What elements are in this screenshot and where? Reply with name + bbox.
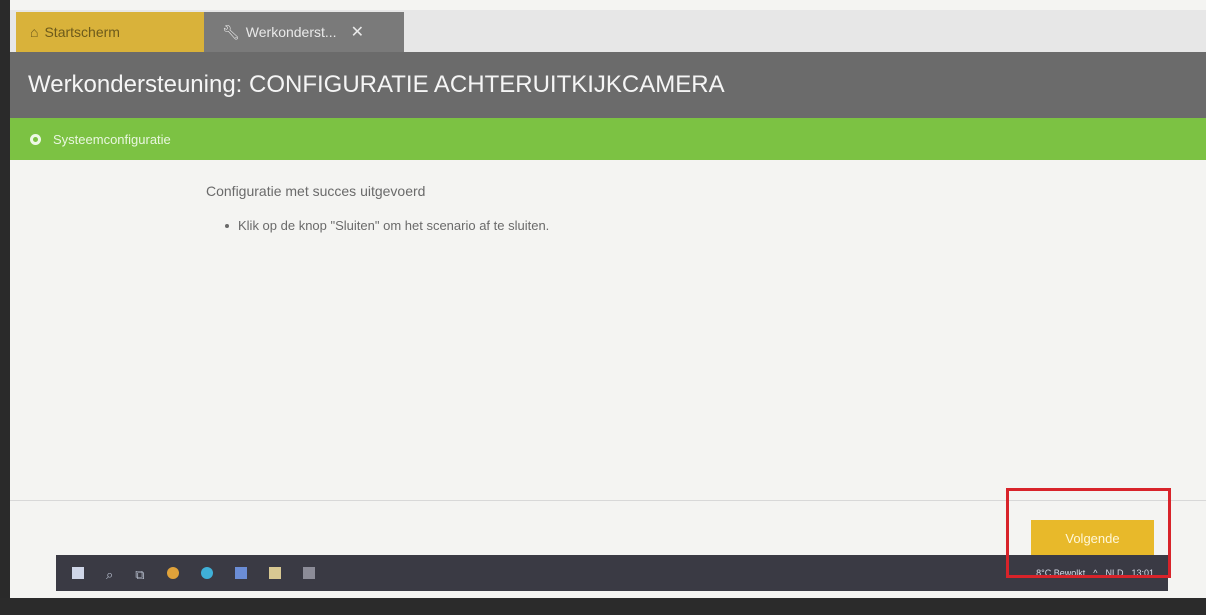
app-icon[interactable] <box>302 567 315 579</box>
wrench-icon: 🔧︎ <box>222 23 240 40</box>
monitor-bezel-left <box>0 0 10 615</box>
windows-taskbar: ⌕ ⧉ 8°C Bewolkt ^ NLD 13:01 <box>56 555 1168 591</box>
instruction-item: Klik op de knop "Sluiten" om het scenari… <box>225 218 549 233</box>
step-status-icon <box>30 133 41 145</box>
red-highlight-box <box>1006 488 1171 578</box>
page-title: Werkondersteuning: CONFIGURATIE ACHTERUI… <box>10 52 1206 118</box>
instruction-text: Klik op de knop "Sluiten" om het scenari… <box>238 218 550 233</box>
app-screen: ⌂ Startscherm 🔧︎ Werkonderst... ✕ Werkon… <box>10 0 1206 600</box>
monitor-bezel-bottom <box>0 598 1206 615</box>
close-icon[interactable]: ✕ <box>351 22 364 42</box>
home-icon: ⌂ <box>30 24 39 40</box>
mail-icon[interactable] <box>234 567 247 579</box>
tab-home[interactable]: ⌂ Startscherm <box>16 12 204 52</box>
edge-icon[interactable] <box>200 567 213 579</box>
bullet-icon <box>225 223 229 228</box>
windows-start-icon[interactable] <box>72 567 84 579</box>
step-label: Systeemconfiguratie <box>53 131 171 147</box>
file-explorer-icon[interactable] <box>268 567 281 579</box>
step-header: Systeemconfiguratie <box>10 118 1206 160</box>
chrome-icon[interactable] <box>166 567 179 579</box>
task-view-icon[interactable]: ⧉ <box>135 567 144 582</box>
tab-work-label: Werkonderst... <box>245 24 337 40</box>
success-message: Configuratie met succes uitgevoerd <box>206 183 426 199</box>
content-area: Configuratie met succes uitgevoerd Klik … <box>10 160 1206 490</box>
search-icon[interactable]: ⌕ <box>106 567 113 582</box>
tab-home-label: Startscherm <box>44 24 120 40</box>
tab-werkondersteuning[interactable]: 🔧︎ Werkonderst... ✕ <box>204 12 404 52</box>
